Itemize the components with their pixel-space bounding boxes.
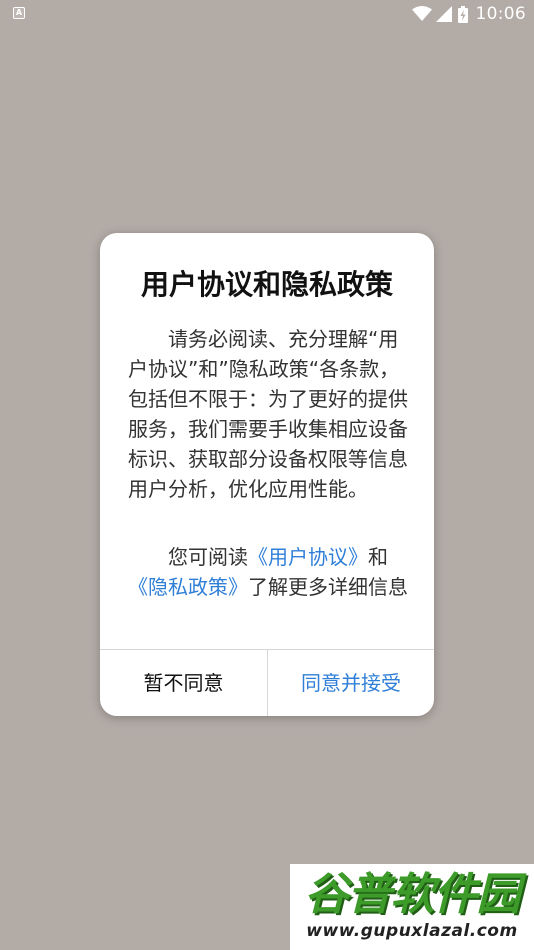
links-suffix: 了解更多详细信息	[248, 575, 408, 599]
wifi-icon	[411, 6, 432, 21]
links-and: 和	[368, 545, 388, 569]
links-prefix: 您可阅读	[168, 545, 248, 569]
agreement-links-text: 您可阅读《用户协议》和《隐私政策》了解更多详细信息	[128, 542, 408, 602]
watermark-logo: 谷普软件园	[304, 869, 521, 920]
notification-app-icon: A	[13, 7, 25, 19]
site-watermark: 谷普软件园 www.gupuxlazal.com	[290, 864, 534, 950]
watermark-url: www.gupuxlazal.com	[306, 921, 518, 941]
user-agreement-dialog: 用户协议和隐私政策 请务必阅读、充分理解“用户协议”和”隐私政策“各条款，包括但…	[100, 233, 434, 716]
decline-button[interactable]: 暂不同意	[100, 650, 267, 716]
accept-button[interactable]: 同意并接受	[268, 650, 434, 716]
status-icons: 10:06	[411, 3, 527, 25]
agreement-text: 请务必阅读、充分理解“用户协议”和”隐私政策“各条款，包括但不限于：为了更好的提…	[128, 327, 408, 501]
signal-icon	[435, 6, 452, 22]
status-bar: A 10:06	[0, 0, 534, 28]
battery-charging-icon	[457, 5, 468, 23]
dialog-title: 用户协议和隐私政策	[140, 268, 393, 301]
privacy-policy-link[interactable]: 《隐私政策》	[128, 575, 248, 599]
user-agreement-link[interactable]: 《用户协议》	[248, 545, 368, 569]
clock: 10:06	[475, 4, 526, 24]
